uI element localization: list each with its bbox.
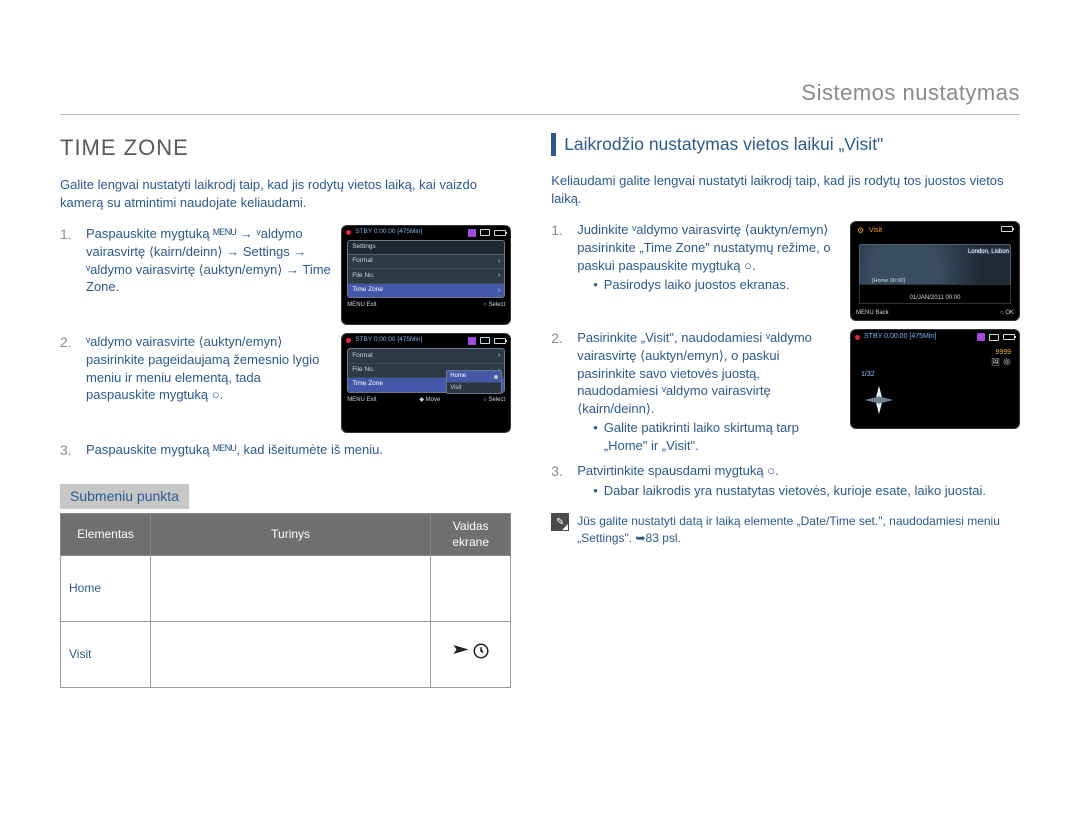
col-content: Turinys — [151, 514, 431, 555]
intro-right: Keliaudami galite lengvai nustatyti laik… — [551, 172, 1020, 207]
submenu-table: Elementas Turinys Vaidas ekrane Home Vis… — [60, 513, 511, 687]
page-number: ⠀⠀ — [58, 767, 80, 783]
section-title-visit: Laikrodžio nustatymas vietos laikui „Vis… — [551, 133, 1020, 157]
note-text: Jūs galite nustatyti datą ir laiką eleme… — [577, 513, 1020, 545]
step-3-left: Paspauskite mygtuką ᴹᴱᴺᵁ, kad išeitumėte… — [86, 441, 511, 460]
col-element: Elementas — [61, 514, 151, 555]
screenshot-settings-list: STBY 0:00:00 [475Min] Settings Format› F… — [341, 225, 511, 325]
step-2-right-sub: Galite patikrinti laiko skirtumą tarp „H… — [604, 419, 840, 454]
compass-icon — [861, 382, 897, 418]
step-3-right-sub: Dabar laikrodis yra nustatytas vietovės,… — [604, 482, 986, 500]
plane-clock-icon — [452, 642, 490, 660]
section-title-timezone: TIME ZONE — [60, 133, 511, 163]
page-header: Sistemos nustatymas — [60, 78, 1020, 115]
step-number: 2. — [60, 333, 76, 433]
gear-icon: ⚙ — [857, 226, 864, 237]
note-icon: ✎ — [551, 513, 569, 531]
step-2-left: ᵛaldymo vairasvirte ⟨auktyn/emyn⟩ pasiri… — [86, 333, 331, 433]
intro-left: Galite lengvai nustatyti laikrodį taip, … — [60, 176, 511, 211]
step-2-right: Pasirinkite „Visit", naudodamiesi ᵛaldym… — [577, 330, 812, 415]
step-3-right: Patvirtinkite spausdami mygtuką ○. — [577, 463, 779, 478]
screenshot-standby: STBY 0:00:00 [475Min] 9999 🖼 ⚙ 1/32 — [850, 329, 1020, 429]
screenshot-worldmap: ⚙ Visit London, Lisbon [Home 00:00] 01/J… — [850, 221, 1020, 321]
step-number: 1. — [551, 221, 567, 321]
col-display: Vaidas ekrane — [431, 514, 511, 555]
step-number: 2. — [551, 329, 567, 454]
step-1-right-sub: Pasirodys laiko juostos ekranas. — [604, 276, 790, 294]
submenu-heading: Submeniu punkta — [60, 484, 189, 509]
step-1-right: Judinkite ᵛaldymo vairasvirtę ⟨auktyn/em… — [577, 222, 830, 272]
step-number: 3. — [60, 441, 76, 460]
step-1-left: Paspauskite mygtuką ᴹᴱᴺᵁ → ᵛaldymo vaira… — [86, 225, 331, 325]
step-number: 3. — [551, 462, 567, 499]
table-row: Home — [61, 555, 511, 621]
table-row: Visit — [61, 621, 511, 687]
screenshot-settings-sublist: STBY 0:00:00 [475Min] Format› File No.› … — [341, 333, 511, 433]
step-number: 1. — [60, 225, 76, 325]
